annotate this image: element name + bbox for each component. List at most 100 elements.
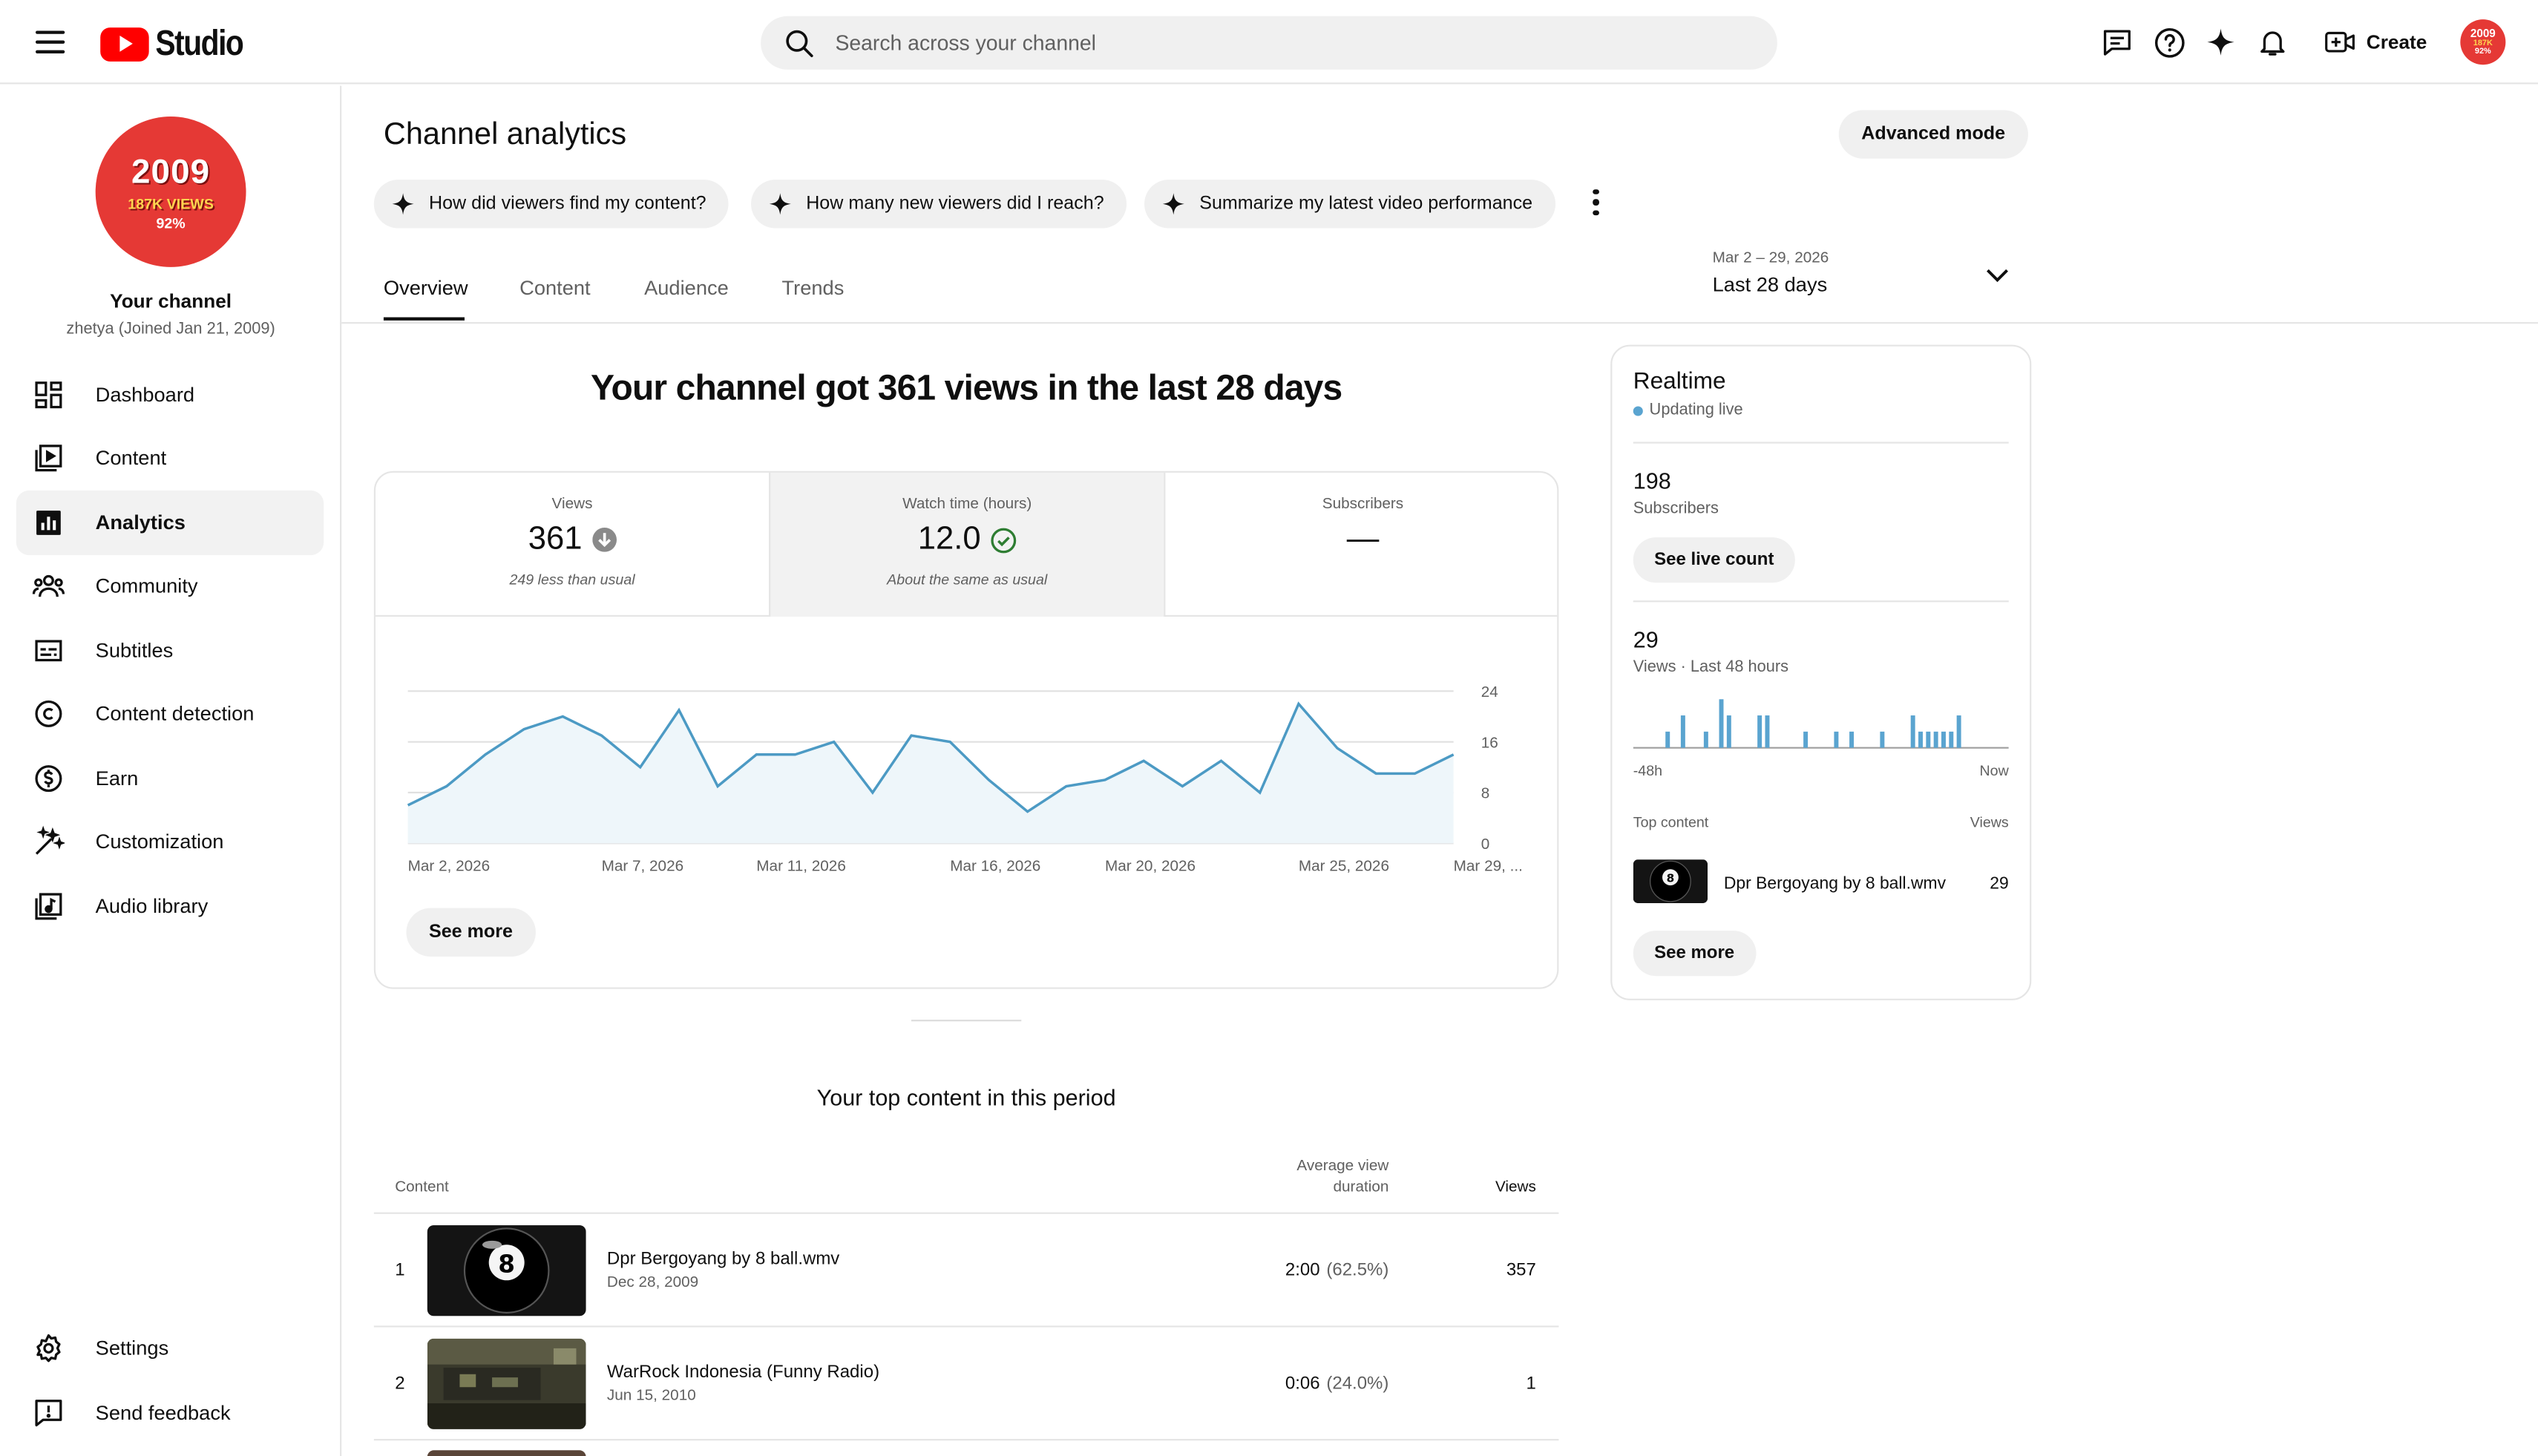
chart-data-point[interactable] xyxy=(714,782,722,790)
duration-percent: (24.0%) xyxy=(1326,1374,1389,1394)
realtime-bar[interactable] xyxy=(1757,715,1762,748)
video-thumbnail[interactable]: 8 xyxy=(1633,859,1708,904)
chart-data-point[interactable] xyxy=(442,782,450,790)
realtime-bar[interactable] xyxy=(1703,731,1708,748)
notifications-bell-icon[interactable] xyxy=(2253,23,2292,62)
sparkle-icon[interactable] xyxy=(2201,23,2240,62)
sidebar-item-community[interactable]: Community xyxy=(16,554,324,618)
realtime-see-more-button[interactable]: See more xyxy=(1633,931,1756,977)
chart-data-point[interactable] xyxy=(1372,770,1380,778)
sidebar-item-content[interactable]: Content xyxy=(16,426,324,491)
realtime-bar[interactable] xyxy=(1726,715,1731,748)
realtime-bar[interactable] xyxy=(1910,715,1915,748)
sidebar-item-customization[interactable]: Customization xyxy=(16,810,324,874)
chart-data-point[interactable] xyxy=(985,775,993,784)
tab-content[interactable]: Content xyxy=(519,277,590,300)
realtime-bar[interactable] xyxy=(1849,731,1855,748)
help-icon[interactable] xyxy=(2150,23,2188,62)
tab-overview[interactable]: Overview xyxy=(384,277,468,300)
video-thumbnail[interactable] xyxy=(427,1450,586,1456)
date-period-label[interactable]: Last 28 days xyxy=(1713,274,1828,297)
see-live-count-button[interactable]: See live count xyxy=(1633,537,1795,583)
realtime-bar[interactable] xyxy=(1956,715,1961,748)
sidebar-item-audio-library[interactable]: Audio library xyxy=(16,874,324,939)
chart-data-point[interactable] xyxy=(1023,807,1032,816)
channel-avatar-year: 2009 xyxy=(131,153,211,191)
realtime-bar[interactable] xyxy=(1926,731,1931,748)
tab-audience[interactable]: Audience xyxy=(644,277,729,300)
chart-data-point[interactable] xyxy=(675,706,683,715)
row-date: Dec 28, 2009 xyxy=(606,1273,699,1292)
x-tick-label: Mar 20, 2026 xyxy=(1105,857,1196,874)
studio-logo[interactable]: Studio xyxy=(100,23,258,65)
chart-data-point[interactable] xyxy=(559,712,567,721)
sidebar-item-content-detection[interactable]: Content detection xyxy=(16,681,324,746)
video-thumbnail[interactable] xyxy=(427,1338,586,1429)
chart-data-point[interactable] xyxy=(1101,775,1109,784)
chart-data-point[interactable] xyxy=(1411,770,1419,778)
realtime-bar[interactable] xyxy=(1933,731,1938,748)
menu-icon[interactable] xyxy=(29,23,71,62)
sidebar-item-dashboard[interactable]: Dashboard xyxy=(16,363,324,427)
sidebar-item-label: Dashboard xyxy=(95,383,195,407)
channel-avatar[interactable]: 2009 187K VIEWS 92% xyxy=(95,117,246,267)
realtime-bar[interactable] xyxy=(1834,731,1839,748)
chart-data-point[interactable] xyxy=(908,732,916,740)
chart-data-point[interactable] xyxy=(1140,757,1148,765)
realtime-top-title[interactable]: Dpr Bergoyang by 8 ball.wmv xyxy=(1724,874,1946,893)
realtime-bar[interactable] xyxy=(1680,715,1685,748)
chart-data-point[interactable] xyxy=(1294,700,1302,708)
chart-data-point[interactable] xyxy=(636,763,644,771)
chevron-down-icon[interactable] xyxy=(1984,264,2010,287)
chart-data-point[interactable] xyxy=(1334,744,1342,752)
x-tick-label: Mar 11, 2026 xyxy=(756,857,846,874)
sidebar-item-analytics[interactable]: Analytics xyxy=(16,490,324,556)
chart-data-point[interactable] xyxy=(752,750,761,758)
ask-chip-summarize[interactable]: Summarize my latest video performance xyxy=(1144,180,1555,229)
realtime-bar[interactable] xyxy=(1765,715,1770,748)
youtube-logo-icon xyxy=(100,26,149,61)
create-button[interactable]: Create xyxy=(2312,16,2443,68)
chart-data-point[interactable] xyxy=(791,750,799,758)
feedback-chat-icon[interactable] xyxy=(2098,23,2137,62)
realtime-bar[interactable] xyxy=(1941,731,1946,748)
chart-data-point[interactable] xyxy=(830,738,838,746)
date-range-text[interactable]: Mar 2 – 29, 2026 xyxy=(1713,249,1829,267)
account-avatar[interactable]: 2009 187K 92% xyxy=(2460,19,2506,65)
customization-icon xyxy=(33,825,65,858)
realtime-bar[interactable] xyxy=(1949,731,1954,748)
realtime-bar[interactable] xyxy=(1918,731,1923,748)
chart-data-point[interactable] xyxy=(1256,789,1264,797)
see-more-button[interactable]: See more xyxy=(406,908,536,957)
ask-chip-traffic[interactable]: How did viewers find my content? xyxy=(373,180,729,229)
chart-data-point[interactable] xyxy=(1062,782,1070,790)
chart-data-point[interactable] xyxy=(1449,750,1457,758)
realtime-bar[interactable] xyxy=(1803,731,1809,748)
realtime-bar[interactable] xyxy=(1880,731,1885,748)
sidebar-item-earn[interactable]: Earn xyxy=(16,746,324,810)
realtime-bar[interactable] xyxy=(1665,731,1670,748)
more-options-icon[interactable] xyxy=(1586,185,1605,220)
ask-chip-new-viewers[interactable]: How many new viewers did I reach? xyxy=(751,180,1127,229)
sidebar-item-subtitles[interactable]: Subtitles xyxy=(16,618,324,683)
sidebar-item-send-feedback[interactable]: Send feedback xyxy=(16,1380,324,1445)
realtime-bar[interactable] xyxy=(1719,699,1724,748)
advanced-mode-button[interactable]: Advanced mode xyxy=(1838,110,2028,159)
row-title[interactable]: Dpr Bergoyang by 8 ball.wmv xyxy=(607,1250,839,1269)
chart-data-point[interactable] xyxy=(404,801,412,810)
chart-data-point[interactable] xyxy=(946,738,954,746)
search-box[interactable] xyxy=(761,16,1777,70)
row-title[interactable]: WarRock Indonesia (Funny Radio) xyxy=(607,1363,879,1383)
search-input[interactable] xyxy=(835,30,1677,56)
chart-data-point[interactable] xyxy=(597,732,606,740)
column-header-views[interactable]: Views xyxy=(1424,1178,1536,1196)
video-thumbnail[interactable]: 8 xyxy=(427,1225,586,1316)
sidebar-item-settings[interactable]: Settings xyxy=(16,1316,324,1380)
chart-data-point[interactable] xyxy=(520,725,528,733)
chart-data-point[interactable] xyxy=(1217,757,1225,765)
tab-trends[interactable]: Trends xyxy=(781,277,844,300)
chart-data-point[interactable] xyxy=(1178,782,1187,790)
chart-data-point[interactable] xyxy=(482,750,490,758)
column-header-avd[interactable]: Average view duration xyxy=(1259,1155,1388,1198)
chart-data-point[interactable] xyxy=(868,789,876,797)
